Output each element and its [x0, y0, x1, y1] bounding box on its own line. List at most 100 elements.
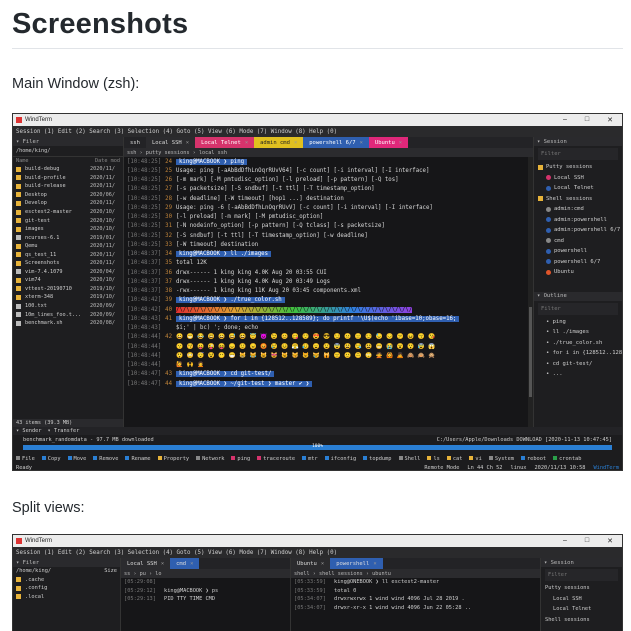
- close-icon[interactable]: ×: [294, 140, 297, 146]
- outline-item[interactable]: • ping: [534, 317, 622, 328]
- filer-row[interactable]: Qemu 2020/11/: [13, 242, 123, 251]
- session-item[interactable]: Local Telnet: [541, 604, 622, 615]
- close-icon[interactable]: ×: [373, 561, 376, 567]
- outline-item[interactable]: • ...: [534, 369, 622, 380]
- split-pane-left[interactable]: Local SSH × cmd × ss › pu › lo [05:29:08] [0…: [121, 558, 291, 631]
- minimize-icon[interactable]: –: [563, 537, 567, 545]
- filer-row[interactable]: 100.txt 2020/09/: [13, 302, 123, 311]
- tab-powershell[interactable]: powershell ×: [330, 558, 383, 569]
- tab-local-ssh[interactable]: Local SSH ×: [145, 137, 196, 148]
- filer-row[interactable]: vim-7.4.1079 2020/04/: [13, 268, 123, 277]
- session-item[interactable]: powershell 6/7: [534, 257, 622, 268]
- filer-row[interactable]: vim74 2020/10/: [13, 276, 123, 285]
- scrollbar-thumb[interactable]: [529, 307, 532, 397]
- session-item[interactable]: Putty sessions: [541, 583, 622, 594]
- command-mtr[interactable]: mtr: [302, 456, 318, 462]
- tab-local-ssh[interactable]: Local SSH ×: [121, 558, 171, 569]
- session-folder[interactable]: Putty sessions: [534, 162, 622, 173]
- terminal-output[interactable]: [05:33:59] king@ONEBOOK ❯ ll esctest2-mas…: [291, 578, 540, 612]
- close-icon[interactable]: ×: [186, 140, 189, 146]
- filer-path-row[interactable]: /home/king/ Size: [13, 567, 120, 576]
- session-item[interactable]: Local Telnet: [534, 183, 622, 194]
- filer-row[interactable]: .config: [13, 584, 120, 593]
- filer-row[interactable]: .cache: [13, 576, 120, 585]
- menu-bar[interactable]: Session (1) Edit (2) Search (3) Selectio…: [13, 547, 622, 558]
- close-icon[interactable]: ✕: [607, 537, 613, 545]
- maximize-icon[interactable]: □: [585, 537, 589, 545]
- command-traceroute[interactable]: traceroute: [257, 456, 295, 462]
- session-item[interactable]: Ubuntu: [534, 267, 622, 278]
- command-shell[interactable]: Shell: [398, 456, 420, 462]
- filer-col-name[interactable]: Name: [16, 158, 95, 164]
- filer-row[interactable]: build-profile 2020/11/: [13, 174, 123, 183]
- terminal-output[interactable]: [10:48:25] 24 king@MACBOOK ❯ ping [10:48:25…: [124, 157, 527, 427]
- tab-sender[interactable]: ▾ Sender: [16, 428, 42, 434]
- command-topdump[interactable]: topdump: [363, 456, 392, 462]
- tab-powershell-6-7[interactable]: powershell 6/7 ×: [303, 137, 369, 148]
- status-mode[interactable]: Remote Mode: [424, 465, 459, 470]
- command-vi[interactable]: vi: [469, 456, 482, 462]
- command-remove[interactable]: Remove: [93, 456, 118, 462]
- transfer-row[interactable]: benchmark_randomdata - 97.7 MB downloade…: [13, 435, 622, 444]
- filer-row[interactable]: qs_test_11 2020/11/: [13, 250, 123, 259]
- terminal-panel[interactable]: ssh Local SSH × Local Telnet × admin cmd × powe…: [124, 137, 533, 427]
- session-item[interactable]: admin:cmd: [534, 204, 622, 215]
- filer-row[interactable]: vttest-20190710 2019/10/: [13, 285, 123, 294]
- minimize-icon[interactable]: –: [563, 116, 567, 124]
- close-icon[interactable]: ×: [161, 561, 164, 567]
- tab-local-telnet[interactable]: Local Telnet ×: [195, 137, 255, 148]
- command-move[interactable]: Move: [67, 456, 86, 462]
- close-icon[interactable]: ×: [399, 140, 402, 146]
- close-icon[interactable]: ✕: [607, 116, 613, 124]
- chevron-down-icon[interactable]: ▾: [16, 139, 23, 145]
- menu-bar[interactable]: Session (1) Edit (2) Search (3) Selectio…: [13, 126, 622, 137]
- command-rename[interactable]: Rename: [125, 456, 151, 462]
- tab-ssh[interactable]: ssh: [124, 137, 146, 148]
- outline-item[interactable]: • ./true_color.sh: [534, 338, 622, 349]
- terminal-output[interactable]: [05:29:08] [05:29:12] king@MACBOOK ❯ ps [05…: [121, 578, 290, 604]
- command-ping[interactable]: ping: [231, 456, 250, 462]
- session-item[interactable]: admin:powershell 6/7: [534, 225, 622, 236]
- status-position[interactable]: Ln 44 Ch 52: [467, 465, 502, 470]
- command-network[interactable]: Network: [196, 456, 224, 462]
- session-item[interactable]: Local SSH: [541, 594, 622, 605]
- filer-path-input[interactable]: /home/king/: [16, 568, 104, 574]
- chevron-down-icon[interactable]: ▾: [537, 139, 544, 145]
- filer-row[interactable]: xterm-348 2019/10/: [13, 293, 123, 302]
- outline-item[interactable]: • ll ./images: [534, 327, 622, 338]
- session-item[interactable]: cmd: [534, 236, 622, 247]
- command-file[interactable]: File: [16, 456, 35, 462]
- filer-row[interactable]: esctest2-master 2020/10/: [13, 208, 123, 217]
- session-folder[interactable]: Shell sessions: [534, 194, 622, 205]
- command-crontab[interactable]: crontab: [553, 456, 581, 462]
- chevron-down-icon[interactable]: ▾: [537, 293, 544, 299]
- tab-ubuntu[interactable]: Ubuntu ×: [291, 558, 331, 569]
- outline-item[interactable]: • for i in {128512..128589}: [534, 348, 622, 359]
- filer-path-input[interactable]: /home/king/: [13, 146, 123, 157]
- close-icon[interactable]: ×: [245, 140, 248, 146]
- filer-row[interactable]: images 2020/10/: [13, 225, 123, 234]
- split-pane-right[interactable]: Ubuntu × powershell × shell › shell session…: [291, 558, 541, 631]
- filer-col-size[interactable]: Size: [104, 568, 117, 574]
- filer-row[interactable]: 10m_lines_foo.t... 2020/09/: [13, 310, 123, 319]
- command-ls[interactable]: ls: [427, 456, 440, 462]
- command-system[interactable]: System: [488, 456, 514, 462]
- breadcrumb[interactable]: ss › pu › lo: [121, 569, 290, 578]
- tab-transfer[interactable]: ▾ Transfer: [48, 428, 80, 434]
- filer-row[interactable]: benchmark.sh 2020/08/: [13, 319, 123, 328]
- breadcrumb[interactable]: ssh › putty sessions › local ssh: [124, 148, 533, 157]
- filer-row[interactable]: build-debug 2020/11/: [13, 165, 123, 174]
- filer-row[interactable]: Screenshots 2020/11/: [13, 259, 123, 268]
- session-item[interactable]: Local SSH: [534, 173, 622, 184]
- session-item[interactable]: Shell sessions: [541, 615, 622, 626]
- tab-ubuntu[interactable]: Ubuntu ×: [368, 137, 409, 148]
- session-filter-input[interactable]: Filter: [545, 569, 618, 581]
- filer-row[interactable]: .local: [13, 593, 120, 602]
- command-property[interactable]: Property: [157, 456, 189, 462]
- filer-row[interactable]: Develop 2020/11/: [13, 199, 123, 208]
- close-icon[interactable]: ×: [321, 561, 324, 567]
- close-icon[interactable]: ×: [360, 140, 363, 146]
- filer-row[interactable]: ncurses-6.1 2019/01/: [13, 233, 123, 242]
- session-item[interactable]: admin:powershell: [534, 215, 622, 226]
- tab-cmd[interactable]: cmd ×: [170, 558, 200, 569]
